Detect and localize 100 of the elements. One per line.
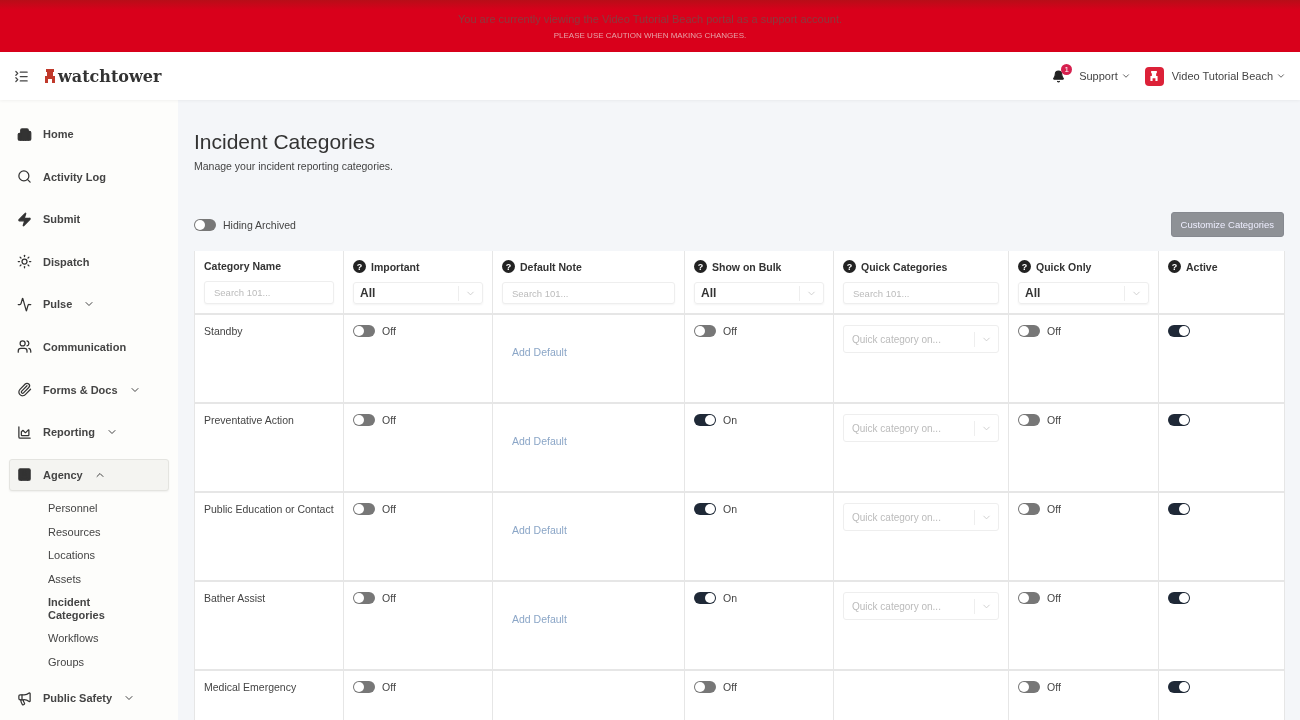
table-cell: Bather Assist xyxy=(195,582,344,671)
sidebar-item[interactable]: Activity Log xyxy=(9,160,169,193)
archived-toggle[interactable] xyxy=(194,218,216,231)
toggle-label: Off xyxy=(382,325,396,337)
sidebar-item[interactable]: Communication xyxy=(9,330,169,363)
chevron-down-icon xyxy=(1120,71,1131,81)
sidebar-item[interactable]: Forms & Docs xyxy=(9,373,169,406)
search-field[interactable]: Search 101... xyxy=(843,282,999,304)
filter-dropdown[interactable]: All xyxy=(1018,282,1149,304)
toggle-switch[interactable] xyxy=(1168,503,1190,515)
toggle-switch[interactable] xyxy=(694,503,716,515)
sun-icon xyxy=(17,254,32,270)
toggle-label: Off xyxy=(382,503,396,515)
table-cell: Standby xyxy=(195,315,344,404)
logo-text: watchtower xyxy=(58,66,162,86)
toggle-switch[interactable] xyxy=(694,325,716,337)
toggle-switch[interactable] xyxy=(1018,503,1040,515)
column-title: Quick Only xyxy=(1036,260,1092,273)
sidebar-subitem[interactable]: Incident Categories xyxy=(9,591,139,628)
filter-dropdown[interactable]: All xyxy=(694,282,824,304)
help-icon[interactable]: ? xyxy=(353,260,366,273)
toggle-switch[interactable] xyxy=(353,681,375,693)
sidebar-item[interactable]: Submit xyxy=(9,203,169,236)
bell-icon[interactable] xyxy=(1052,69,1066,83)
toggle-label: Off xyxy=(1047,681,1061,693)
toggle-label: Off xyxy=(723,681,737,693)
toggle-label: Off xyxy=(382,414,396,426)
tower-icon xyxy=(45,69,55,83)
toggle-switch[interactable] xyxy=(1168,592,1190,604)
help-icon[interactable]: ? xyxy=(694,260,707,273)
toggle-label: Off xyxy=(382,681,396,693)
search-field[interactable]: Search 101... xyxy=(502,282,675,304)
column-title: Default Note xyxy=(520,260,582,273)
sidebar-subitem[interactable]: Workflows xyxy=(9,627,139,651)
toggle-label: Off xyxy=(723,325,737,337)
account-menu[interactable]: Video Tutorial Beach xyxy=(1171,70,1286,82)
column-title: Show on Bulk xyxy=(712,260,782,273)
table-cell: Preventative Action xyxy=(195,404,344,493)
toggle-switch[interactable] xyxy=(694,592,716,604)
toggle-label: On xyxy=(723,503,737,515)
sidebar-subitem[interactable]: Groups xyxy=(9,650,139,675)
toggle-label: On xyxy=(723,592,737,604)
toggle-label: Off xyxy=(1047,592,1061,604)
toggle-switch[interactable] xyxy=(1018,325,1040,337)
help-icon[interactable]: ? xyxy=(1168,260,1181,273)
help-icon[interactable]: ? xyxy=(1018,260,1031,273)
sidebar-item[interactable]: Dispatch xyxy=(9,245,169,278)
toggle-switch[interactable] xyxy=(1018,592,1040,604)
table-cell: Public Education or Contact xyxy=(195,493,344,582)
banner-message: You are currently viewing the Video Tutorial Beach portal as a support account. xyxy=(458,12,842,25)
sidebar-item[interactable]: Home xyxy=(9,118,169,150)
people-icon xyxy=(17,339,32,355)
toggle-switch[interactable] xyxy=(1018,681,1040,693)
paperclip-icon xyxy=(17,382,32,398)
toggle-label: On xyxy=(723,414,737,426)
table-cell: Medical Emergency xyxy=(195,671,344,720)
notification-badge: 1 xyxy=(1061,63,1073,75)
toggle-switch[interactable] xyxy=(694,414,716,426)
pulse-icon xyxy=(17,296,32,312)
toggle-switch[interactable] xyxy=(353,592,375,604)
page-title: Incident Categories xyxy=(194,130,376,154)
toggle-label: Off xyxy=(382,592,396,604)
toggle-switch[interactable] xyxy=(1168,414,1190,426)
sidebar-subitem[interactable]: Assets xyxy=(9,567,139,592)
filter-dropdown[interactable]: All xyxy=(353,282,483,304)
search-icon xyxy=(17,169,32,185)
sidebar-item[interactable]: Pulse xyxy=(9,288,169,321)
column-title: Active xyxy=(1186,260,1218,273)
toggle-label: Off xyxy=(1047,503,1061,515)
lightning-icon xyxy=(17,211,32,227)
toggle-switch[interactable] xyxy=(1018,414,1040,426)
column-title: Important xyxy=(371,260,420,273)
toggle-label: Off xyxy=(1047,325,1061,337)
sidebar-item[interactable]: Agency xyxy=(9,458,169,491)
sidebar-subitem[interactable]: Personnel xyxy=(9,497,139,521)
page-subtitle: Manage your incident reporting categories. xyxy=(194,160,395,172)
megaphone-icon xyxy=(17,690,32,706)
toggle-switch[interactable] xyxy=(1168,325,1190,337)
search-field[interactable]: Search 101... xyxy=(204,281,334,304)
sidebar-item[interactable]: Public Safety xyxy=(9,682,169,715)
toggle-label: Off xyxy=(1047,414,1061,426)
toggle-switch[interactable] xyxy=(694,681,716,693)
toggle-label: Hiding Archived xyxy=(223,218,296,231)
sidebar-subitem[interactable]: Locations xyxy=(9,544,139,568)
banner-caution: PLEASE USE CAUTION WHEN MAKING CHANGES. xyxy=(553,30,747,40)
toggle-switch[interactable] xyxy=(1168,681,1190,693)
toggle-switch[interactable] xyxy=(353,414,375,426)
help-icon[interactable]: ? xyxy=(843,260,856,273)
sidebar-item[interactable]: Reporting xyxy=(9,416,169,449)
chevron-down-icon xyxy=(1276,71,1286,81)
chart-icon xyxy=(17,424,32,440)
support-menu[interactable]: Support xyxy=(1079,70,1131,82)
sidebar-subitem[interactable]: Resources xyxy=(9,520,139,545)
agency-avatar[interactable] xyxy=(1144,66,1164,86)
column-title: Category Name xyxy=(204,260,282,272)
toggle-switch[interactable] xyxy=(353,503,375,515)
column-title: Quick Categories xyxy=(861,260,948,273)
toggle-switch[interactable] xyxy=(353,325,375,337)
help-icon[interactable]: ? xyxy=(502,260,515,273)
menu-icon[interactable] xyxy=(14,68,29,84)
